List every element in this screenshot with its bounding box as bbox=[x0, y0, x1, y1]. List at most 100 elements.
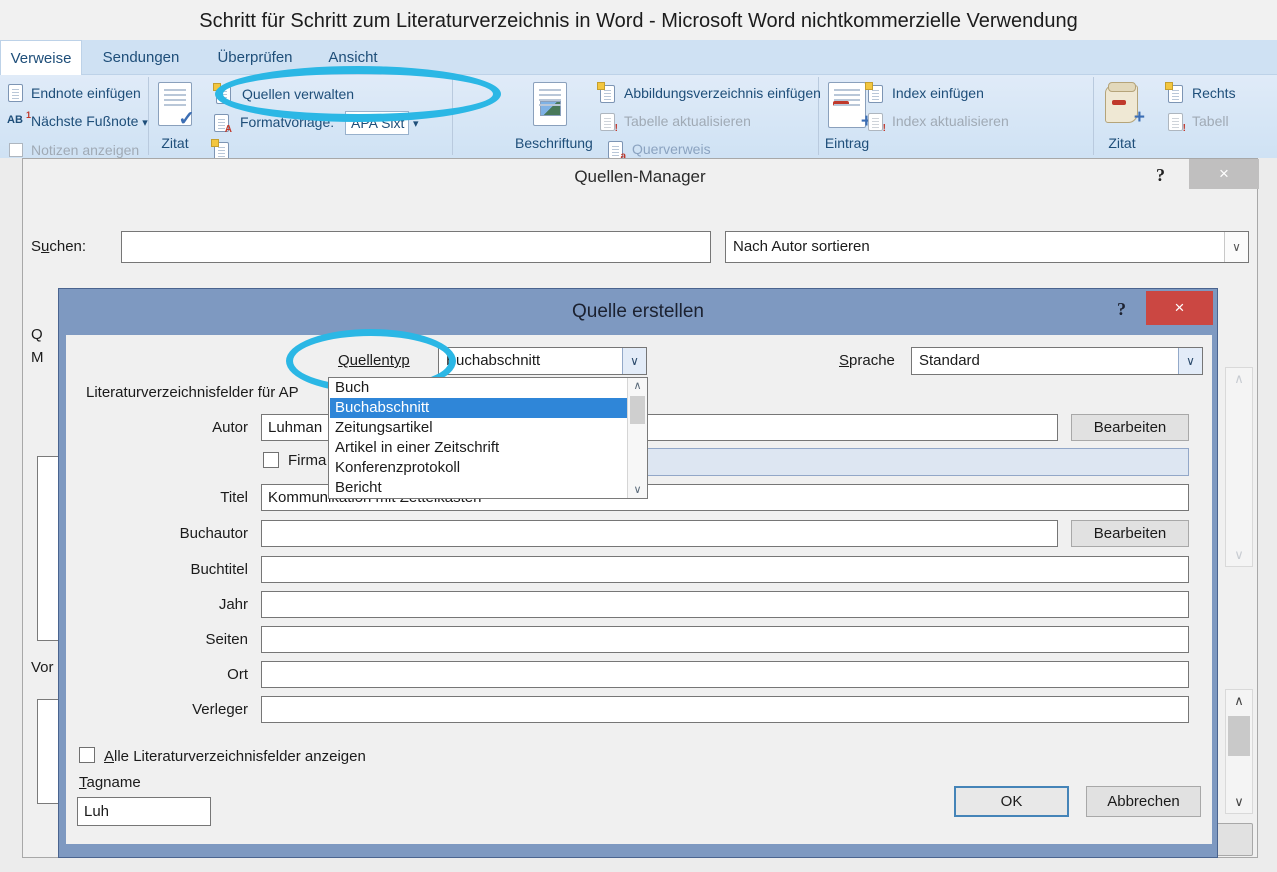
dropdown-option[interactable]: Buch bbox=[330, 378, 627, 398]
verleger-label: Verleger bbox=[136, 701, 248, 718]
quellentyp-dropdown-list: Buch Buchabschnitt Zeitungsartikel Artik… bbox=[328, 377, 648, 499]
tagname-label: Tagname bbox=[79, 774, 141, 791]
cancel-button[interactable]: Abbrechen bbox=[1086, 786, 1201, 817]
naechste-fussnote-button[interactable]: Nächste Fußnote ▾ bbox=[31, 113, 148, 129]
scrollbar-thumb[interactable] bbox=[630, 396, 645, 424]
quelle-erstellen-dialog: Quelle erstellen ? × Quellentyp Buchabsc… bbox=[58, 288, 1218, 858]
jahr-input[interactable] bbox=[261, 591, 1189, 618]
sprache-select[interactable]: Standard ∨ bbox=[911, 347, 1203, 375]
sort-select[interactable]: Nach Autor sortieren ∨ bbox=[725, 231, 1249, 263]
index-aktualisieren-icon: ! bbox=[868, 113, 883, 131]
querverweis-icon: a bbox=[608, 141, 623, 159]
tabelle2-icon: ! bbox=[1168, 113, 1183, 131]
zitat-icon: ✓ bbox=[158, 82, 192, 126]
dropdown-option[interactable]: Artikel in einer Zeitschrift bbox=[330, 438, 627, 458]
partial-label-q: Q bbox=[31, 326, 43, 343]
dropdown-option[interactable]: Konferenzprotokoll bbox=[330, 458, 627, 478]
scroll-down-icon[interactable]: ∨ bbox=[1226, 791, 1252, 813]
close-button[interactable]: × bbox=[1189, 159, 1259, 189]
list-scrollbar[interactable]: ∧ ∨ bbox=[1225, 367, 1253, 567]
formatvorlage-select[interactable]: APA Sixt bbox=[345, 111, 409, 135]
tab-ansicht[interactable]: Ansicht bbox=[318, 40, 388, 75]
show-all-fields-checkbox[interactable] bbox=[79, 747, 95, 763]
dropdown-option[interactable]: Bericht bbox=[330, 478, 627, 498]
quellen-verwalten-button[interactable]: Quellen verwalten bbox=[242, 86, 354, 102]
scrollbar-thumb[interactable] bbox=[1228, 716, 1250, 756]
scroll-up-icon[interactable]: ∧ bbox=[1226, 368, 1252, 390]
search-label: Suchen: bbox=[31, 238, 86, 255]
buchautor-bearbeiten-button[interactable]: Bearbeiten bbox=[1071, 520, 1189, 547]
tab-verweise[interactable]: Verweise bbox=[0, 40, 82, 75]
abbildungsverzeichnis-icon bbox=[600, 85, 615, 103]
group-separator bbox=[452, 77, 453, 155]
tab-sendungen[interactable]: Sendungen bbox=[95, 40, 187, 75]
seiten-label: Seiten bbox=[136, 631, 248, 648]
zitat2-icon: + bbox=[1105, 85, 1138, 123]
dropdown-option-selected[interactable]: Buchabschnitt bbox=[330, 398, 627, 418]
help-icon[interactable]: ? bbox=[1156, 165, 1165, 186]
show-all-fields-label: Alle Literaturverzeichnisfelder anzeigen bbox=[104, 748, 366, 765]
ort-label: Ort bbox=[136, 666, 248, 683]
dropdown-option[interactable]: Zeitungsartikel bbox=[330, 418, 627, 438]
tabell-button: Tabell bbox=[1192, 113, 1229, 129]
firma-label: Firma bbox=[288, 452, 326, 469]
partial-label-vorschau: Vor bbox=[31, 659, 54, 676]
sort-value: Nach Autor sortieren bbox=[733, 232, 870, 262]
tagname-input[interactable] bbox=[77, 797, 211, 826]
sort-dropdown-icon[interactable]: ∨ bbox=[1224, 232, 1248, 262]
tabelle-aktualisieren-icon: ! bbox=[600, 113, 615, 131]
formatvorlage-icon: A bbox=[214, 114, 229, 132]
verleger-input[interactable] bbox=[261, 696, 1189, 723]
index-aktualisieren-button: Index aktualisieren bbox=[892, 113, 1009, 129]
formatvorlage-dropdown-icon[interactable]: ▾ bbox=[413, 114, 419, 130]
rechts-button[interactable]: Rechts bbox=[1192, 85, 1236, 101]
help-icon[interactable]: ? bbox=[1117, 299, 1126, 320]
quellentyp-select[interactable]: Buchabschnitt ∨ bbox=[438, 347, 647, 375]
querverweis-button[interactable]: Querverweis bbox=[632, 141, 711, 157]
show-notes-icon bbox=[9, 143, 23, 157]
scroll-up-icon[interactable]: ∧ bbox=[628, 378, 647, 394]
dropdown-scrollbar[interactable]: ∧ ∨ bbox=[627, 378, 647, 498]
jahr-label: Jahr bbox=[136, 596, 248, 613]
close-icon: × bbox=[1219, 164, 1229, 183]
autor-bearbeiten-button[interactable]: Bearbeiten bbox=[1071, 414, 1189, 441]
titel-label: Titel bbox=[136, 489, 248, 506]
quellen-manager-title: Quellen-Manager bbox=[23, 159, 1257, 193]
close-button[interactable]: × bbox=[1146, 291, 1213, 325]
index-einfuegen-icon bbox=[868, 85, 883, 103]
fields-section-label: Literaturverzeichnisfelder für AP bbox=[86, 384, 299, 401]
eintrag-icon: + bbox=[828, 82, 866, 128]
dropdown-arrow-icon: ▾ bbox=[142, 117, 148, 129]
sprache-label: Sprache bbox=[839, 352, 895, 369]
buchautor-input[interactable] bbox=[261, 520, 1058, 547]
preview-scrollbar[interactable]: ∧ ∨ bbox=[1225, 689, 1253, 814]
ribbon: Endnote einfügen AB Nächste Fußnote ▾ No… bbox=[0, 75, 1277, 158]
search-input[interactable] bbox=[121, 231, 711, 263]
sprache-dropdown-icon[interactable]: ∨ bbox=[1178, 348, 1202, 374]
ort-input[interactable] bbox=[261, 661, 1189, 688]
dialog-body: Quellentyp Buchabschnitt ∨ Sprache Stand… bbox=[66, 335, 1212, 844]
close-icon: × bbox=[1175, 298, 1185, 317]
rechtsgrundlagen-icon bbox=[1168, 85, 1183, 103]
partial-label-m: M bbox=[31, 349, 44, 366]
abbildungsverzeichnis-einfuegen-button[interactable]: Abbildungsverzeichnis einfügen bbox=[624, 85, 821, 101]
seiten-input[interactable] bbox=[261, 626, 1189, 653]
autor-label: Autor bbox=[136, 419, 248, 436]
beschriftung-icon bbox=[533, 82, 567, 126]
buchtitel-input[interactable] bbox=[261, 556, 1189, 583]
scroll-down-icon[interactable]: ∨ bbox=[1226, 544, 1252, 566]
tabelle-aktualisieren-button: Tabelle aktualisieren bbox=[624, 113, 751, 129]
tab-ueberpruefen[interactable]: Überprüfen bbox=[203, 40, 307, 75]
scroll-down-icon[interactable]: ∨ bbox=[628, 482, 647, 498]
firma-checkbox[interactable] bbox=[263, 452, 279, 468]
endnote-einfuegen-button[interactable]: Endnote einfügen bbox=[31, 85, 141, 101]
index-einfuegen-button[interactable]: Index einfügen bbox=[892, 85, 984, 101]
sprache-value: Standard bbox=[919, 348, 980, 374]
scroll-up-icon[interactable]: ∧ bbox=[1226, 690, 1252, 712]
quellentyp-dropdown-icon[interactable]: ∨ bbox=[622, 348, 646, 374]
ribbon-tab-bar: Verweise Sendungen Überprüfen Ansicht bbox=[0, 40, 1277, 75]
quellentyp-value: Buchabschnitt bbox=[446, 348, 540, 374]
buchautor-label: Buchautor bbox=[136, 525, 248, 542]
ok-button[interactable]: OK bbox=[954, 786, 1069, 817]
group-separator bbox=[1093, 77, 1094, 155]
